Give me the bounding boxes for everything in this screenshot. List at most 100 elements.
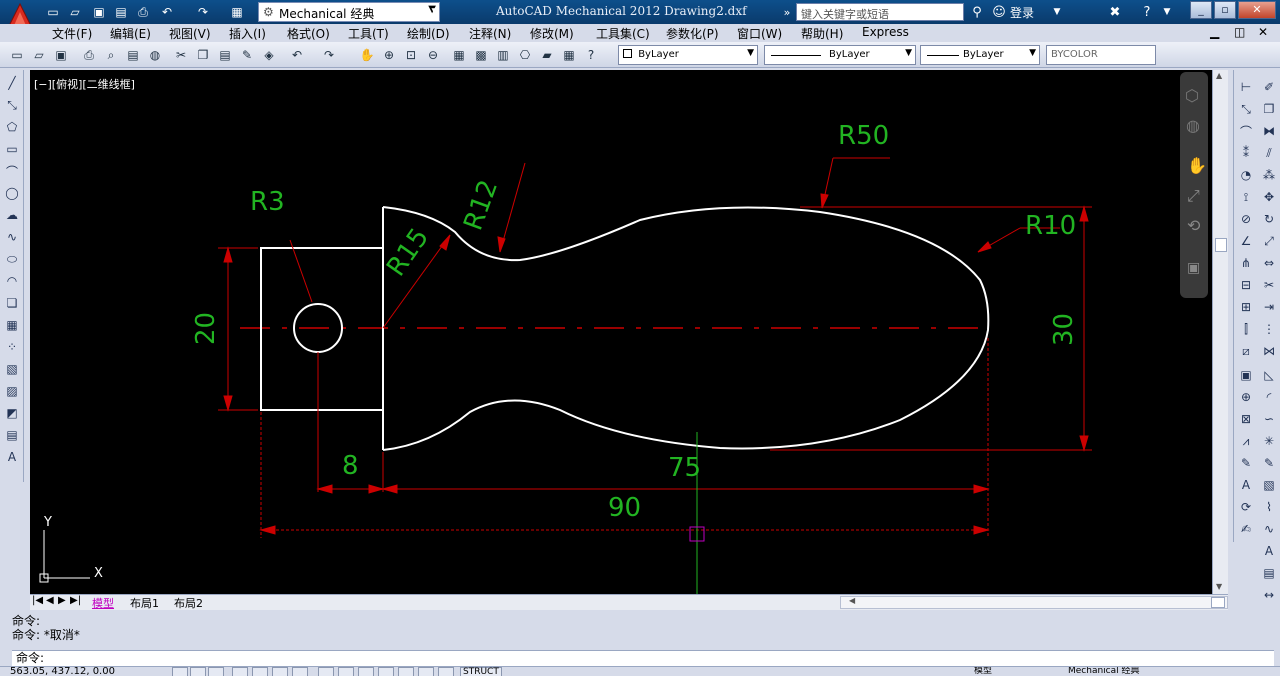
design-center-icon[interactable]: ▩ (472, 46, 490, 64)
erase-icon[interactable]: ✐ (1260, 78, 1278, 96)
help-icon[interactable]: ? (1138, 3, 1156, 21)
otrack-toggle[interactable] (318, 667, 334, 676)
3d-osnap-toggle[interactable] (292, 667, 308, 676)
menu-restore-icon[interactable]: ◫ (1234, 25, 1245, 39)
menu-express[interactable]: Express (862, 25, 909, 39)
menu-format[interactable]: 格式(O) (287, 25, 330, 42)
workspace-select[interactable]: ⚙ Mechanical 经典 ▼ (258, 2, 440, 22)
scroll-up-icon[interactable]: ▲ (1216, 71, 1222, 80)
undo-icon[interactable]: ↶ (288, 46, 306, 64)
multiline-text-icon[interactable]: A (3, 448, 21, 466)
close-button[interactable]: ✕ (1238, 1, 1276, 19)
workspace-switch-icon[interactable]: ▦ (228, 3, 246, 21)
jogged-dim-icon[interactable]: ⟟ (1237, 188, 1255, 206)
grid-toggle[interactable] (208, 667, 224, 676)
new-file-icon[interactable]: ▭ (44, 3, 62, 21)
line-icon[interactable]: ╱ (3, 74, 21, 92)
dim-style-icon[interactable]: ✍ (1237, 520, 1255, 538)
mirror-icon[interactable]: ⧓ (1260, 122, 1278, 140)
search-input[interactable]: 键入关键字或短语 (796, 3, 964, 21)
continue-dim-icon[interactable]: ⊞ (1237, 298, 1255, 316)
prev-tab-icon[interactable]: ◀ (46, 595, 54, 606)
hatch-icon[interactable]: ▧ (3, 360, 21, 378)
zoom-window-icon[interactable]: ⊡ (402, 46, 420, 64)
inspection-icon[interactable]: ⊠ (1237, 410, 1255, 428)
menu-parametric[interactable]: 参数化(P) (666, 25, 719, 42)
menu-window[interactable]: 窗口(W) (737, 25, 782, 42)
ellipse-arc-icon[interactable]: ◠ (3, 272, 21, 290)
trim-icon[interactable]: ✂ (1260, 276, 1278, 294)
showmotion-icon[interactable]: ◍ (1186, 116, 1200, 135)
user-icon[interactable]: ☺ (990, 3, 1008, 21)
baseline-dim-icon[interactable]: ⊟ (1237, 276, 1255, 294)
revcloud-icon[interactable]: ☁ (3, 206, 21, 224)
zoom-realtime-icon[interactable]: ⊕ (380, 46, 398, 64)
login-dropdown-icon[interactable]: ▼ (1048, 3, 1066, 21)
space-dim-icon[interactable]: ⫿ (1237, 320, 1255, 338)
orbit-icon[interactable]: ⟲ (1187, 216, 1200, 235)
linetype-select[interactable]: ByLayer ▼ (764, 45, 916, 65)
menu-edit[interactable]: 编辑(E) (110, 25, 151, 42)
infer-constraints-toggle[interactable] (172, 667, 188, 676)
sheet-set-icon[interactable]: ⎔ (516, 46, 534, 64)
paste-icon[interactable]: ▤ (216, 46, 234, 64)
menu-view[interactable]: 视图(V) (169, 25, 211, 42)
menu-annotate[interactable]: 注释(N) (469, 25, 511, 42)
open-icon[interactable]: ▱ (30, 46, 48, 64)
undo-icon[interactable]: ↶ (158, 3, 176, 21)
break-dim-icon[interactable]: ⧄ (1237, 342, 1255, 360)
jogged-linear-icon[interactable]: ⩘ (1237, 432, 1255, 450)
match-properties-icon[interactable]: ✎ (238, 46, 256, 64)
table-icon[interactable]: ▤ (3, 426, 21, 444)
construction-line-icon[interactable]: ⤡ (3, 96, 21, 114)
move-icon[interactable]: ✥ (1260, 188, 1278, 206)
ortho-toggle[interactable] (232, 667, 248, 676)
plot-preview-icon[interactable]: ⌕ (102, 46, 120, 64)
menu-file[interactable]: 文件(F) (52, 25, 92, 42)
arc-icon[interactable]: ⌒ (3, 162, 21, 180)
save-icon[interactable]: ▣ (90, 3, 108, 21)
minimize-button[interactable]: _ (1190, 1, 1212, 19)
next-tab-icon[interactable]: ▶ (58, 595, 66, 606)
extend-icon[interactable]: ⇥ (1260, 298, 1278, 316)
dim-update-icon[interactable]: ⟳ (1237, 498, 1255, 516)
help-icon[interactable]: ? (582, 46, 600, 64)
dyn-toggle[interactable] (358, 667, 374, 676)
zoom-extents-icon[interactable]: ⤢ (1187, 186, 1200, 206)
angular-dim-icon[interactable]: ∠ (1237, 232, 1255, 250)
expand-icon[interactable]: » (778, 3, 796, 21)
tool-palettes-icon[interactable]: ▥ (494, 46, 512, 64)
insert-block-icon[interactable]: ❏ (3, 294, 21, 312)
chamfer-icon[interactable]: ◺ (1260, 366, 1278, 384)
dim-text-edit-icon[interactable]: A (1237, 476, 1255, 494)
layer-select[interactable]: ByLayer ▼ (618, 45, 758, 65)
model-space-label[interactable]: 模型 (974, 667, 992, 676)
redo-icon[interactable]: ↷ (194, 3, 212, 21)
struct-toggle[interactable]: STRUCT (460, 667, 502, 676)
polyline-icon[interactable]: ⬠ (3, 118, 21, 136)
menu-insert[interactable]: 插入(I) (229, 25, 266, 42)
plot-icon[interactable]: ⎙ (80, 46, 98, 64)
menu-minimize-icon[interactable]: ▁ (1210, 25, 1219, 39)
zoom-previous-icon[interactable]: ⊖ (424, 46, 442, 64)
quick-access-dropdown-icon[interactable]: ▼ (426, 3, 444, 21)
blend-icon[interactable]: ∽ (1260, 410, 1278, 428)
aligned-dim-icon[interactable]: ⤡ (1237, 100, 1255, 118)
lineweight-select[interactable]: ByLayer ▼ (920, 45, 1040, 65)
tolerance-icon[interactable]: ▣ (1237, 366, 1255, 384)
point-icon[interactable]: ⁘ (3, 338, 21, 356)
join-icon[interactable]: ⋈ (1260, 342, 1278, 360)
arc-length-icon[interactable]: ⌒ (1237, 122, 1255, 140)
osnap-toggle[interactable] (272, 667, 288, 676)
view-cube-icon[interactable]: ▣ (1187, 260, 1200, 276)
pan-icon[interactable]: ✋ (1187, 156, 1207, 175)
selection-cycling-toggle[interactable] (438, 667, 454, 676)
print-icon[interactable]: ⎙ (134, 3, 152, 21)
dim-edit-icon[interactable]: ✎ (1237, 454, 1255, 472)
menu-help[interactable]: 帮助(H) (801, 25, 843, 42)
radius-dim-icon[interactable]: ◔ (1237, 166, 1255, 184)
array-icon[interactable]: ⁂ (1260, 166, 1278, 184)
center-mark-icon[interactable]: ⊕ (1237, 388, 1255, 406)
text-edit-icon[interactable]: A (1260, 542, 1278, 560)
scale-icon[interactable]: ⤢ (1260, 232, 1278, 250)
